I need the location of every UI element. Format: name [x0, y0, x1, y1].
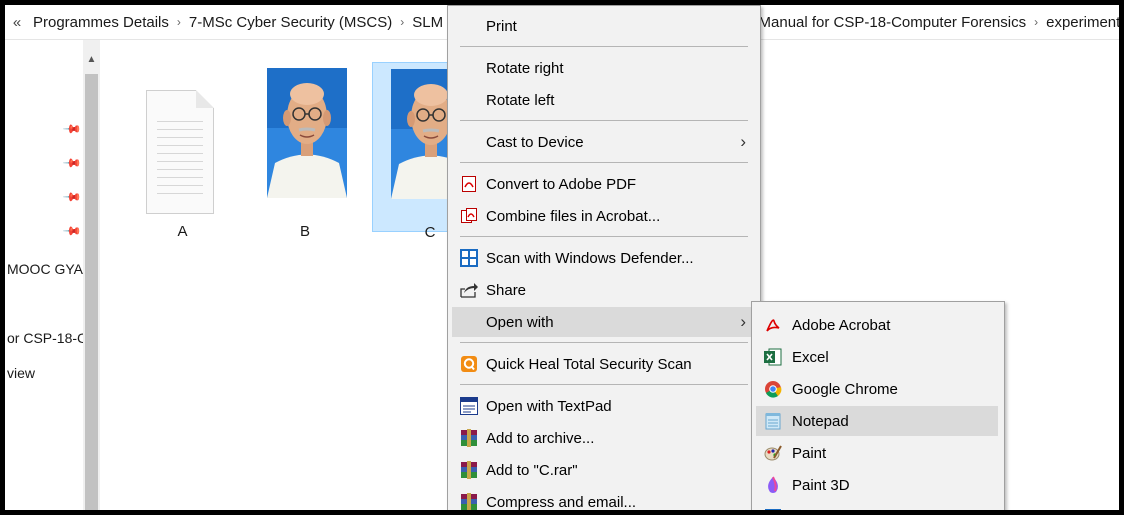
breadcrumb-item[interactable]: SLM [408, 14, 447, 31]
nav-item-mooc-gyan[interactable]: MOOC GYAN [7, 261, 93, 277]
defender-shield-icon [452, 249, 486, 267]
chevron-right-icon[interactable]: › [396, 15, 408, 29]
pin-icon[interactable]: 📌 [62, 119, 82, 139]
pin-icon[interactable]: 📌 [62, 187, 82, 207]
breadcrumb-item[interactable]: b Manual for CSP-18-Computer Forensics [742, 14, 1030, 31]
breadcrumb-item[interactable]: 7-MSc Cyber Security (MSCS) [185, 14, 396, 31]
image-thumbnail [267, 68, 347, 198]
paint-icon [756, 444, 790, 462]
context-menu: Print Rotate right Rotate left Cast to D… [447, 5, 761, 510]
menu-item-label: Combine files in Acrobat... [486, 207, 661, 225]
submenu-item-paint-3d[interactable]: Paint 3D [756, 470, 998, 500]
submenu-item-partial[interactable] [756, 502, 998, 510]
submenu-item-label: Adobe Acrobat [792, 316, 891, 334]
menu-item-label: Convert to Adobe PDF [486, 175, 637, 193]
submenu-item-label: Paint [792, 444, 827, 462]
menu-item-label: Quick Heal Total Security Scan [486, 355, 692, 373]
file-name: B [299, 223, 310, 240]
navigation-pane: 📌 📌 📌 📌 MOOC GYAN or CSP-18-Cc view [5, 40, 94, 510]
menu-item-quick-heal-scan[interactable]: Quick Heal Total Security Scan [452, 349, 754, 379]
file-item[interactable]: A [100, 60, 265, 240]
file-item[interactable]: B [265, 60, 347, 240]
notepad-icon [756, 412, 790, 430]
menu-item-label: Open with TextPad [486, 397, 612, 415]
scrollbar-thumb[interactable] [85, 74, 98, 510]
file-list: A B C [100, 40, 471, 510]
chevron-right-icon: › [740, 132, 746, 151]
menu-item-cast-to-device[interactable]: Cast to Device › [452, 127, 754, 157]
menu-item-label: Add to "C.rar" [486, 461, 578, 479]
menu-item-share[interactable]: Share [452, 275, 754, 305]
text-document-icon [146, 90, 214, 214]
acrobat-icon [756, 317, 790, 333]
menu-item-label: Cast to Device [486, 133, 584, 151]
submenu-item-notepad[interactable]: Notepad [756, 406, 998, 436]
breadcrumb-item[interactable]: Programmes Details [29, 14, 173, 31]
submenu-item-adobe-acrobat[interactable]: Adobe Acrobat [756, 310, 998, 340]
menu-item-label: Open with [486, 313, 554, 331]
submenu-item-google-chrome[interactable]: Google Chrome [756, 374, 998, 404]
file-item-selected[interactable]: C [372, 62, 471, 241]
menu-item-label: Share [486, 281, 527, 299]
menu-separator [460, 342, 748, 343]
share-icon [452, 282, 486, 298]
submenu-item-label: Paint 3D [792, 476, 850, 494]
open-with-submenu: Adobe Acrobat Excel Google Chrome Notepa… [751, 301, 1005, 510]
chevron-right-icon[interactable]: › [1030, 15, 1042, 29]
excel-icon [756, 348, 790, 366]
quick-heal-icon [452, 356, 486, 372]
menu-item-label: Scan with Windows Defender... [486, 249, 694, 267]
menu-item-open-with[interactable]: Open with › [452, 307, 754, 337]
menu-item-label: Rotate left [486, 91, 555, 109]
scroll-up-arrow-icon[interactable]: ▲ [83, 54, 100, 65]
menu-item-print[interactable]: Print [452, 11, 754, 41]
menu-item-add-to-archive[interactable]: Add to archive... [452, 423, 754, 453]
file-name: A [177, 223, 188, 240]
pdf-icon [452, 176, 486, 192]
menu-separator [460, 236, 748, 237]
menu-item-scan-defender[interactable]: Scan with Windows Defender... [452, 243, 754, 273]
menu-item-rotate-right[interactable]: Rotate right [452, 53, 754, 83]
winrar-icon [452, 461, 486, 479]
menu-item-add-to-c-rar[interactable]: Add to "C.rar" [452, 455, 754, 485]
explorer-window: « Programmes Details › 7-MSc Cyber Secur… [5, 5, 1119, 510]
breadcrumb-item[interactable]: experiments [1042, 14, 1119, 31]
submenu-item-label: Google Chrome [792, 380, 898, 398]
chrome-icon [756, 380, 790, 398]
pin-icon[interactable]: 📌 [62, 153, 82, 173]
submenu-item-excel[interactable]: Excel [756, 342, 998, 372]
paint-3d-icon [756, 476, 790, 494]
winrar-icon [452, 429, 486, 447]
nav-scrollbar[interactable]: ▲ [83, 40, 100, 510]
menu-separator [460, 120, 748, 121]
overflow-chevron-icon[interactable]: « [5, 14, 29, 31]
submenu-item-paint[interactable]: Paint [756, 438, 998, 468]
submenu-item-label: Notepad [792, 412, 849, 430]
nav-item-view[interactable]: view [7, 365, 35, 381]
acrobat-combine-icon [452, 208, 486, 224]
menu-item-compress-and-email[interactable]: Compress and email... [452, 487, 754, 510]
chevron-right-icon[interactable]: › [173, 15, 185, 29]
menu-item-label: Add to archive... [486, 429, 595, 447]
menu-item-label: Compress and email... [486, 493, 637, 511]
menu-separator [460, 162, 748, 163]
breadcrumb-tail: b Manual for CSP-18-Computer Forensics ›… [740, 5, 1119, 39]
submenu-item-label: Excel [792, 348, 829, 366]
menu-separator [460, 46, 748, 47]
pin-icon[interactable]: 📌 [62, 221, 82, 241]
nav-item-lab-manual[interactable]: or CSP-18-Cc [7, 330, 94, 346]
winrar-icon [452, 493, 486, 510]
menu-item-label: Rotate right [486, 59, 564, 77]
app-icon [756, 509, 790, 510]
textpad-icon [452, 397, 486, 415]
menu-separator [460, 384, 748, 385]
menu-item-combine-files[interactable]: Combine files in Acrobat... [452, 201, 754, 231]
menu-item-convert-to-adobe-pdf[interactable]: Convert to Adobe PDF [452, 169, 754, 199]
chevron-right-icon: › [740, 312, 746, 331]
menu-item-label: Print [486, 17, 517, 35]
menu-item-rotate-left[interactable]: Rotate left [452, 85, 754, 115]
menu-item-open-with-textpad[interactable]: Open with TextPad [452, 391, 754, 421]
